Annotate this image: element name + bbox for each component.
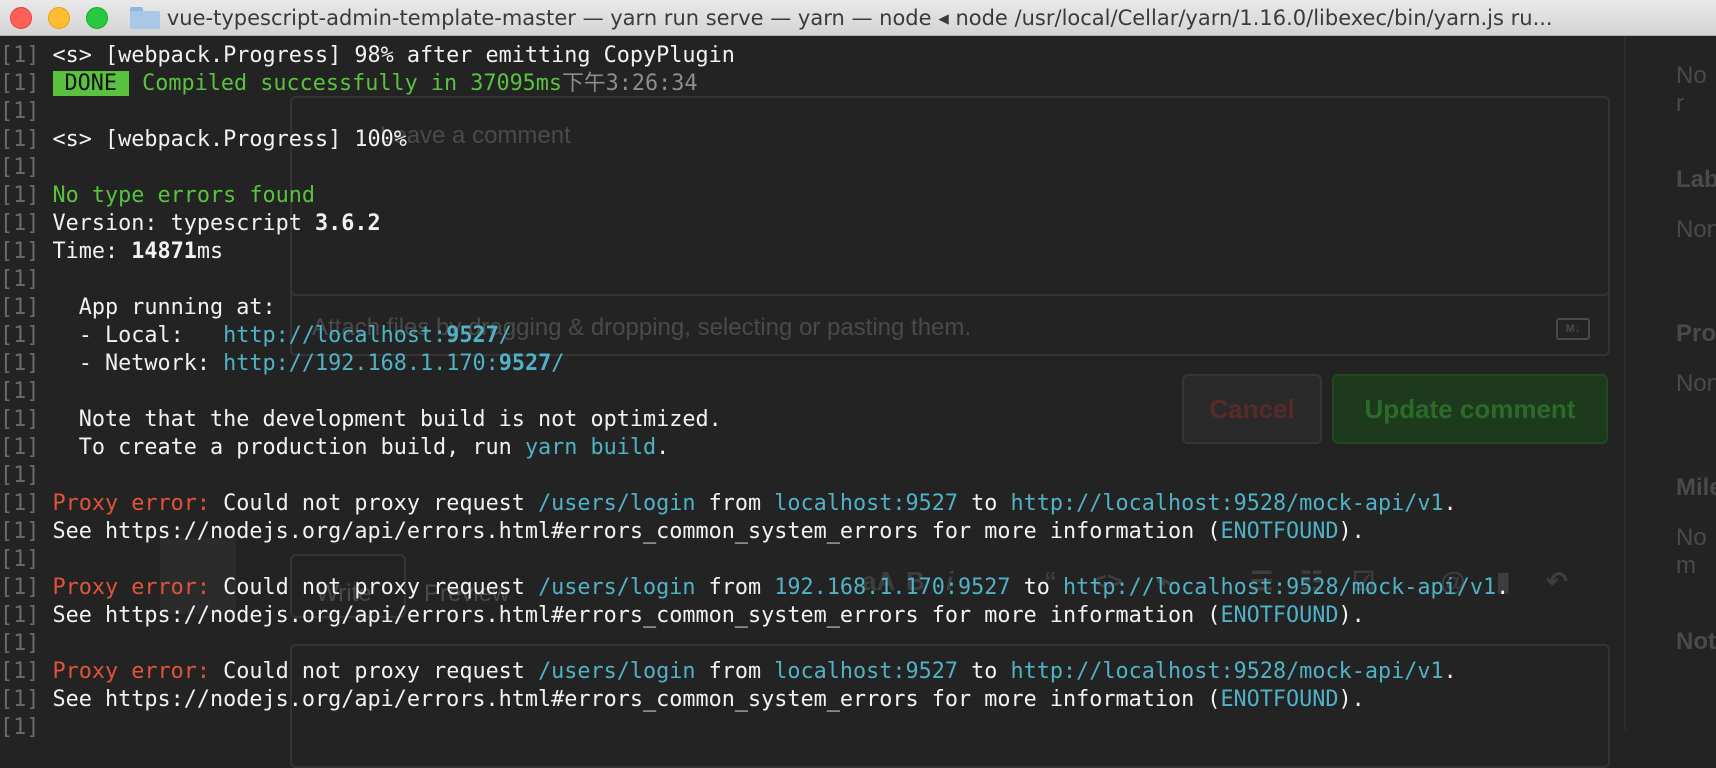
proxy-error-line: [1] Proxy error: Could not proxy request…: [0, 575, 1510, 600]
zoom-window-button[interactable]: [86, 6, 108, 29]
terminal-line: [1]: [0, 379, 40, 404]
proxy-error-line: [1] Proxy error: Could not proxy request…: [0, 659, 1457, 684]
network-url-link[interactable]: http://192.168.1.170:9527/: [223, 351, 564, 376]
terminal-line: [1] Version: typescript 3.6.2: [0, 211, 381, 236]
terminal-line: [1] App running at:: [0, 295, 276, 320]
proxy-error-see-line: [1] See https://nodejs.org/api/errors.ht…: [0, 687, 1365, 712]
terminal-line: [1]: [0, 267, 40, 292]
terminal-line: [1] DONE Compiled successfully in 37095m…: [0, 71, 698, 96]
terminal-line: [1] - Local: http://localhost:9527/: [0, 323, 512, 348]
terminal-line: [1]: [0, 463, 40, 488]
folder-icon: [130, 6, 160, 29]
terminal-line: [1]: [0, 631, 40, 656]
terminal-line: [1] <s> [webpack.Progress] 98% after emi…: [0, 43, 735, 68]
terminal-line: [1] No type errors found: [0, 183, 315, 208]
window-titlebar: vue-typescript-admin-template-master — y…: [0, 0, 1716, 36]
terminal-line: [1] Time: 14871ms: [0, 239, 224, 264]
terminal-line: [1]: [0, 715, 40, 740]
terminal-line: [1] - Network: http://192.168.1.170:9527…: [0, 351, 565, 376]
close-window-button[interactable]: [10, 6, 32, 29]
minimize-window-button[interactable]: [48, 6, 70, 29]
local-url-link[interactable]: http://localhost:9527/: [223, 323, 512, 348]
proxy-error-line: [1] Proxy error: Could not proxy request…: [0, 491, 1457, 516]
terminal-output[interactable]: [1] <s> [webpack.Progress] 98% after emi…: [0, 36, 1716, 740]
proxy-error-see-line: [1] See https://nodejs.org/api/errors.ht…: [0, 603, 1365, 628]
window-title: vue-typescript-admin-template-master — y…: [166, 5, 1553, 30]
done-badge: DONE: [52, 71, 129, 96]
window-controls: [10, 6, 108, 29]
terminal-line: [1] To create a production build, run ya…: [0, 435, 670, 460]
proxy-error-see-line: [1] See https://nodejs.org/api/errors.ht…: [0, 519, 1365, 544]
terminal-line: [1] Note that the development build is n…: [0, 407, 722, 432]
terminal-line: [1]: [0, 99, 40, 124]
terminal-line: [1] <s> [webpack.Progress] 100%: [0, 127, 407, 152]
terminal-line: [1]: [0, 155, 40, 180]
terminal-line: [1]: [0, 547, 40, 572]
